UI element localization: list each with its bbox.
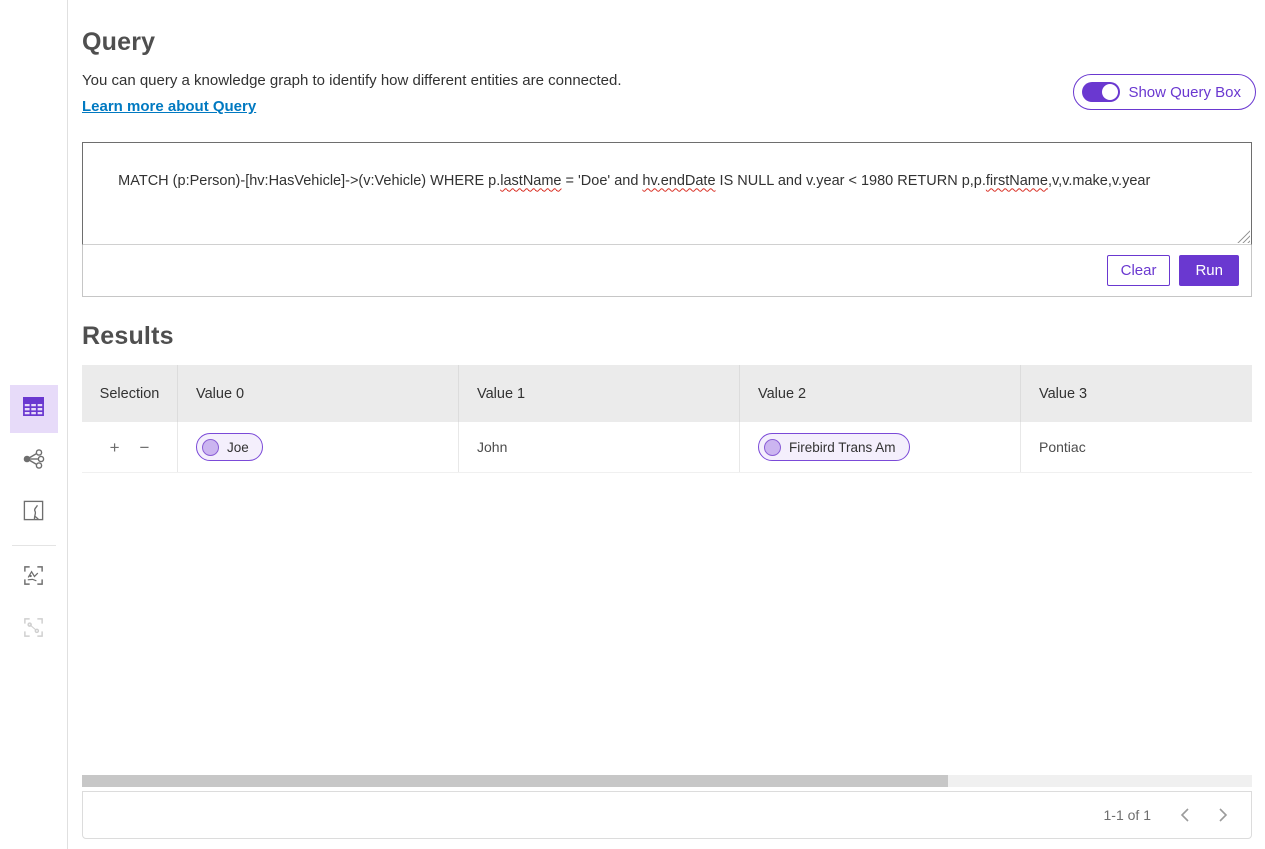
link-chart-view-button[interactable]	[10, 437, 58, 485]
next-page-button[interactable]	[1211, 803, 1235, 827]
add-to-selection-button[interactable]: +	[110, 439, 120, 456]
selection-cell: +−	[82, 422, 178, 472]
query-token-misspelled: lastName	[500, 173, 561, 189]
toggle-switch-icon[interactable]	[1082, 82, 1120, 102]
entity-chip[interactable]: Firebird Trans Am	[758, 433, 910, 461]
scrollbar-thumb[interactable]	[82, 775, 948, 787]
rail-divider	[12, 545, 56, 546]
results-table: SelectionValue 0Value 1Value 2Value 3 +−…	[82, 365, 1252, 839]
remove-from-selection-button[interactable]: −	[140, 439, 150, 456]
query-text: MATCH (p:Person)-[hv:HasVehicle]->(v:Veh…	[118, 173, 1150, 189]
query-token: = 'Doe' and	[562, 173, 643, 189]
column-header: Value 0	[178, 365, 459, 422]
query-token: MATCH (p:Person)-[hv:HasVehicle]->(v:Veh…	[118, 173, 500, 189]
new-map-icon	[22, 564, 45, 592]
query-token-misspelled: hv.endDate	[642, 173, 715, 189]
chevron-right-icon	[1218, 808, 1228, 822]
chevron-left-icon	[1180, 808, 1190, 822]
table-view-button[interactable]	[10, 385, 58, 433]
value-cell: Pontiac	[1021, 422, 1252, 472]
query-token-misspelled: firstName	[986, 173, 1048, 189]
new-link-chart-from-result-button[interactable]	[10, 606, 58, 654]
table-empty-area	[82, 473, 1252, 775]
value-cell: Firebird Trans Am	[740, 422, 1021, 472]
horizontal-scrollbar[interactable]	[82, 775, 1252, 787]
value-cell: Joe	[178, 422, 459, 472]
run-button[interactable]: Run	[1179, 255, 1239, 286]
table-body: +−JoeJohnFirebird Trans AmPontiac	[82, 422, 1252, 473]
column-header: Value 3	[1021, 365, 1252, 422]
learn-more-link[interactable]: Learn more about Query	[82, 98, 256, 115]
page-title: Query	[82, 28, 1255, 57]
cell-text: John	[477, 439, 507, 455]
entity-label: Firebird Trans Am	[789, 440, 896, 455]
resize-handle[interactable]	[1237, 230, 1250, 243]
new-map-from-result-button[interactable]	[10, 554, 58, 602]
query-panel: MATCH (p:Person)-[hv:HasVehicle]->(v:Veh…	[82, 142, 1252, 297]
query-token: IS NULL and v.year < 1980 RETURN p,p.	[716, 173, 986, 189]
table-icon	[22, 395, 45, 423]
link-chart-icon	[22, 447, 46, 476]
entity-label: Joe	[227, 440, 249, 455]
column-header: Value 1	[459, 365, 740, 422]
table-header-row: SelectionValue 0Value 1Value 2Value 3	[82, 365, 1252, 422]
query-input[interactable]: MATCH (p:Person)-[hv:HasVehicle]->(v:Veh…	[82, 142, 1252, 245]
new-link-chart-icon-disabled	[22, 616, 45, 644]
entity-icon	[202, 439, 219, 456]
table-row: +−JoeJohnFirebird Trans AmPontiac	[82, 422, 1252, 473]
cell-text: Pontiac	[1039, 439, 1086, 455]
map-view-button[interactable]	[10, 489, 58, 537]
entity-icon	[764, 439, 781, 456]
value-cell: John	[459, 422, 740, 472]
entity-chip[interactable]: Joe	[196, 433, 263, 461]
show-query-box-toggle[interactable]: Show Query Box	[1073, 74, 1256, 110]
query-footer: Clear Run	[82, 245, 1252, 297]
clear-button[interactable]: Clear	[1107, 255, 1171, 286]
results-title: Results	[82, 322, 1255, 351]
query-page: Query You can query a knowledge graph to…	[68, 0, 1265, 849]
column-header: Selection	[82, 365, 178, 422]
pagination-label: 1-1 of 1	[1104, 807, 1151, 823]
toggle-label: Show Query Box	[1128, 84, 1241, 101]
map-icon	[22, 499, 45, 527]
query-token: ,v,v.make,v.year	[1048, 173, 1150, 189]
pagination-bar: 1-1 of 1	[82, 791, 1252, 839]
view-switcher-rail	[0, 0, 68, 849]
previous-page-button[interactable]	[1173, 803, 1197, 827]
column-header: Value 2	[740, 365, 1021, 422]
